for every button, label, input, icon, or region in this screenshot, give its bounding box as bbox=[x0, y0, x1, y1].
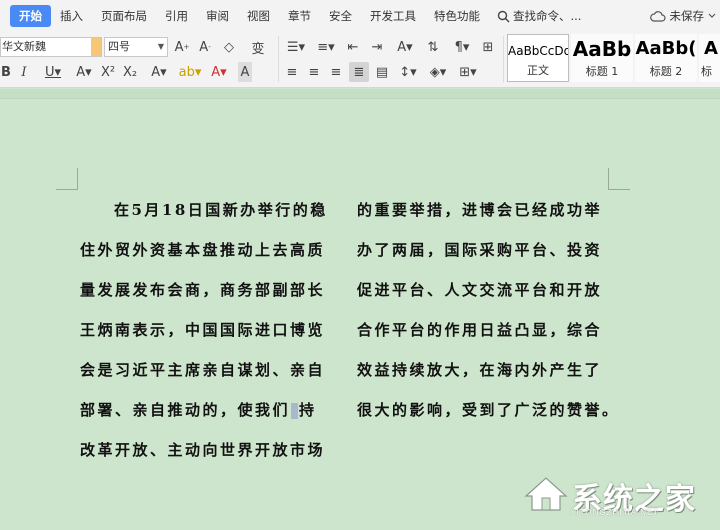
align-center-icon[interactable]: ≡ bbox=[306, 62, 322, 82]
save-status[interactable]: 未保存 bbox=[670, 8, 705, 24]
shading-icon[interactable]: ◈▾ bbox=[426, 62, 450, 82]
style-sample: AaBb bbox=[572, 37, 632, 61]
style-label: 正文 bbox=[527, 64, 549, 77]
style-heading-2[interactable]: AaBb( 标题 2 bbox=[635, 34, 697, 82]
align-left-icon[interactable]: ≡ bbox=[284, 62, 300, 82]
font-color-icon[interactable]: A▾ bbox=[208, 62, 230, 82]
style-label: 标题 1 bbox=[585, 65, 619, 78]
text-line: 办了两届，国际采购平台、投资 bbox=[357, 241, 603, 259]
menu-view[interactable]: 视图 bbox=[238, 5, 279, 27]
text-line-tail: 持 bbox=[299, 401, 317, 419]
text-line: 很大的影响，受到了广泛的赞誉。 bbox=[357, 401, 620, 419]
text-line: 住外贸外资基本盘推动上去高质 bbox=[80, 241, 326, 259]
increase-indent-icon[interactable]: ⇥ bbox=[368, 37, 386, 57]
underline-icon[interactable]: U▾ bbox=[42, 62, 64, 82]
clear-format-icon[interactable]: ◇ bbox=[220, 37, 238, 57]
font-name-dropdown[interactable] bbox=[91, 38, 101, 56]
font-name-value: 华文新魏 bbox=[2, 40, 46, 53]
highlight-icon[interactable]: ab▾ bbox=[178, 62, 202, 82]
text-line: 量发展发布会商，商务部副部长 bbox=[80, 281, 326, 299]
style-sample: A bbox=[704, 38, 718, 59]
text-line: 效益持续放大，在海内外产生了 bbox=[357, 361, 603, 379]
text-line: 的重要举措，进博会已经成功举 bbox=[357, 201, 603, 219]
style-sample: AaBbCcDd bbox=[508, 44, 568, 58]
text-line: 会是习近平主席亲自谋划、亲自 bbox=[80, 361, 326, 379]
cloud-icon bbox=[649, 10, 666, 22]
character-shading-icon[interactable]: A bbox=[238, 62, 252, 82]
page-top-edge bbox=[0, 89, 720, 99]
decrease-indent-icon[interactable]: ⇤ bbox=[344, 37, 362, 57]
margin-corner-top-right bbox=[608, 168, 630, 190]
command-search[interactable]: 查找命令、... bbox=[497, 8, 581, 24]
house-logo-icon bbox=[524, 477, 568, 511]
table-icon[interactable]: ⊞ bbox=[480, 37, 496, 57]
menu-bar: 开始 插入 页面布局 引用 审阅 视图 章节 安全 开发工具 特色功能 查找命令… bbox=[0, 0, 720, 32]
text-line: 在5月18日国新办举行的稳 bbox=[114, 201, 328, 219]
style-normal[interactable]: AaBbCcDd 正文 bbox=[507, 34, 569, 82]
show-marks-icon[interactable]: ¶▾ bbox=[450, 37, 474, 57]
text-line: 改革开放、主动向世界开放市场 bbox=[80, 441, 326, 459]
style-gallery: AaBbCcDd 正文 AaBb 标题 1 AaBb( 标题 2 A 标 bbox=[507, 34, 720, 84]
strikethrough-icon[interactable]: A▾ bbox=[72, 62, 96, 82]
menu-page-layout[interactable]: 页面布局 bbox=[92, 5, 156, 27]
distribute-icon[interactable]: ▤ bbox=[374, 62, 390, 82]
italic-icon[interactable]: I bbox=[18, 62, 30, 82]
right-column[interactable]: 的重要举措，进博会已经成功举 办了两届，国际采购平台、投资 促进平台、人文交流平… bbox=[357, 196, 617, 436]
margin-corner-top-left bbox=[56, 168, 78, 190]
left-column[interactable]: 在5月18日国新办举行的稳 住外贸外资基本盘推动上去高质 量发展发布会商，商务部… bbox=[80, 196, 340, 476]
align-right-icon[interactable]: ≡ bbox=[328, 62, 344, 82]
menu-home[interactable]: 开始 bbox=[10, 5, 51, 27]
style-heading-3[interactable]: A 标 bbox=[699, 34, 720, 82]
grow-font-icon[interactable]: A + bbox=[174, 37, 190, 57]
numbered-list-icon[interactable]: ≡▾ bbox=[314, 37, 338, 57]
bullet-list-icon[interactable]: ☰▾ bbox=[284, 37, 308, 57]
style-label: 标题 2 bbox=[649, 65, 683, 78]
menu-special[interactable]: 特色功能 bbox=[425, 5, 489, 27]
text-line-head: 部署、亲自推动的，使我们 bbox=[80, 401, 291, 419]
line-spacing-icon[interactable]: ↕▾ bbox=[396, 62, 420, 82]
ribbon: 华文新魏 四号 ▼ A + A- ◇ 变 B I U▾ A▾ X² X₂ A▾ a… bbox=[0, 32, 720, 88]
menu-security[interactable]: 安全 bbox=[320, 5, 361, 27]
style-heading-1[interactable]: AaBb 标题 1 bbox=[571, 34, 633, 82]
chevron-down-icon[interactable] bbox=[708, 13, 716, 19]
style-label: 标 bbox=[701, 65, 712, 78]
watermark: 系统之家 XITONGZHIJIA.NET bbox=[522, 474, 712, 520]
font-size-select[interactable]: 四号 ▼ bbox=[104, 37, 168, 57]
menu-review[interactable]: 审阅 bbox=[197, 5, 238, 27]
borders-icon[interactable]: ⊞▾ bbox=[456, 62, 480, 82]
menu-references[interactable]: 引用 bbox=[156, 5, 197, 27]
menu-developer[interactable]: 开发工具 bbox=[361, 5, 425, 27]
menu-insert[interactable]: 插入 bbox=[51, 5, 92, 27]
phonetic-guide-icon[interactable]: 变 bbox=[246, 37, 270, 57]
shrink-font-icon[interactable]: A- bbox=[197, 37, 213, 57]
watermark-url: XITONGZHIJIA.NET bbox=[570, 508, 660, 517]
chevron-down-icon[interactable]: ▼ bbox=[158, 38, 164, 56]
style-sample: AaBb( bbox=[635, 38, 697, 59]
justify-icon[interactable]: ≣ bbox=[349, 62, 369, 82]
chinese-layout-icon[interactable]: A▾ bbox=[394, 37, 416, 57]
menu-sections[interactable]: 章节 bbox=[279, 5, 320, 27]
ribbon-divider bbox=[503, 36, 504, 82]
font-size-value: 四号 bbox=[108, 40, 130, 53]
sort-icon[interactable]: ⇅ bbox=[424, 37, 442, 57]
bold-icon[interactable]: B bbox=[0, 62, 12, 82]
text-effect-icon[interactable]: A▾ bbox=[148, 62, 170, 82]
text-line-with-cursor: 部署、亲自推动的，使我们持 bbox=[80, 396, 340, 436]
subscript-icon[interactable]: X₂ bbox=[123, 62, 137, 82]
font-name-select[interactable]: 华文新魏 bbox=[0, 37, 102, 57]
command-search-label: 查找命令、... bbox=[513, 9, 582, 23]
text-line: 促进平台、人文交流平台和开放 bbox=[357, 281, 603, 299]
text-line: 王炳南表示，中国国际进口博览 bbox=[80, 321, 326, 339]
search-icon bbox=[497, 10, 510, 22]
superscript-icon[interactable]: X² bbox=[101, 62, 115, 82]
text-line: 合作平台的作用日益凸显，综合 bbox=[357, 321, 603, 339]
text-cursor-marker bbox=[291, 403, 299, 419]
ribbon-divider bbox=[278, 36, 279, 82]
